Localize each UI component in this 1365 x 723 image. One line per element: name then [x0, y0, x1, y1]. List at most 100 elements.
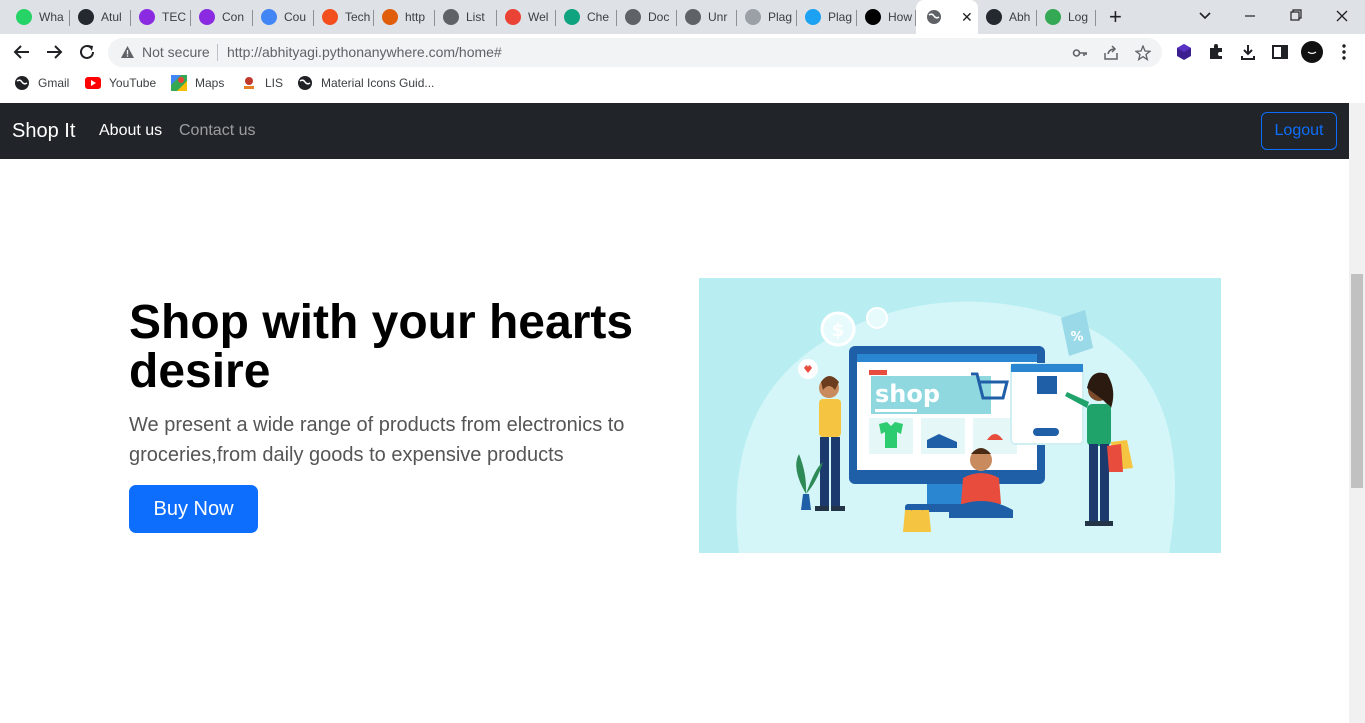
- tab-google-docs[interactable]: Cou: [253, 4, 314, 30]
- tab-fn[interactable]: http: [374, 4, 435, 30]
- site-brand[interactable]: Shop It: [12, 120, 75, 143]
- forward-icon[interactable]: [43, 41, 65, 63]
- tab-search-doc[interactable]: Unr: [677, 4, 737, 30]
- browser-toolbar: Not secure http://abhityagi.pythonanywhe…: [0, 34, 1365, 71]
- tab-label: Unr: [708, 10, 728, 24]
- tab-label: Tech: [345, 10, 371, 24]
- url-text[interactable]: http://abhityagi.pythonanywhere.com/home…: [227, 44, 502, 60]
- tab-bookmark-red[interactable]: Wel: [497, 4, 556, 30]
- close-window-icon[interactable]: [1336, 4, 1348, 35]
- tab-figma[interactable]: Tech: [314, 4, 374, 30]
- tab-label: Plag: [828, 10, 853, 24]
- bookmark-label: Maps: [195, 76, 225, 90]
- reload-icon[interactable]: [76, 41, 98, 63]
- tab-github[interactable]: Abh: [978, 4, 1037, 30]
- not-secure-label[interactable]: Not secure: [142, 44, 210, 60]
- key-icon[interactable]: [1072, 45, 1088, 66]
- nav-about-link[interactable]: About us: [99, 122, 162, 140]
- tab-label: List: [466, 10, 485, 24]
- tab-active[interactable]: ✕: [916, 0, 978, 34]
- bookmark-label: LIS: [265, 76, 284, 90]
- tab-whatsapp[interactable]: Wha: [8, 4, 70, 30]
- bookmark-material-icons[interactable]: Material Icons Guid...: [297, 75, 434, 91]
- figma-icon: [322, 9, 338, 25]
- infinity-icon: [1045, 9, 1061, 25]
- hero-illustration: $ % shop: [699, 278, 1221, 553]
- github-icon: [986, 9, 1002, 25]
- tab-label: Wha: [39, 10, 64, 24]
- restore-icon[interactable]: [1290, 4, 1302, 35]
- bookmark-label: Gmail: [38, 76, 70, 90]
- menu-kebab-icon[interactable]: [1337, 43, 1351, 66]
- extension-hexagon-icon[interactable]: [1175, 43, 1193, 66]
- sst-icon: [745, 9, 761, 25]
- new-tab-button[interactable]: +: [1109, 5, 1122, 29]
- fn-icon: [382, 9, 398, 25]
- tab-label: Che: [587, 10, 610, 24]
- whatsapp-icon: [16, 9, 32, 25]
- illustration-shop-word: shop: [875, 380, 940, 408]
- tab-medium[interactable]: How: [857, 4, 916, 30]
- nav-contact-link[interactable]: Contact us: [179, 122, 255, 140]
- scrollbar-thumb[interactable]: [1351, 274, 1363, 488]
- globe-icon: [926, 9, 942, 25]
- google-docs-icon: [261, 9, 277, 25]
- tab-sst[interactable]: Plag: [737, 4, 797, 30]
- page-scrollbar[interactable]: [1349, 103, 1365, 723]
- profile-avatar-icon[interactable]: [1301, 41, 1323, 68]
- buy-now-button[interactable]: Buy Now: [129, 485, 258, 533]
- tab-label: TEC: [162, 10, 186, 24]
- globe-icon: [14, 75, 30, 91]
- tab-unstop[interactable]: Con: [191, 4, 253, 30]
- tab-globe[interactable]: List: [435, 4, 497, 30]
- bookmarks-bar: Gmail YouTube Maps LIS Material Icons Gu…: [0, 71, 1365, 97]
- tab-infinity[interactable]: Log: [1037, 4, 1096, 30]
- tab-label: Atul: [101, 10, 122, 24]
- tab-label: How: [888, 10, 913, 24]
- unstop-icon: [139, 9, 155, 25]
- extensions-puzzle-icon[interactable]: [1207, 43, 1225, 66]
- close-tab-icon[interactable]: ✕: [961, 9, 973, 26]
- tab-label: Wel: [528, 10, 549, 24]
- globe-icon: [297, 75, 313, 91]
- github-icon: [78, 9, 94, 25]
- hero-title: Shop with your hearts desire: [129, 296, 634, 398]
- medium-icon: [865, 9, 881, 25]
- bookmark-label: Material Icons Guid...: [321, 76, 435, 90]
- warning-icon[interactable]: [120, 45, 135, 64]
- logout-button[interactable]: Logout: [1261, 112, 1337, 150]
- tab-separator: [1095, 10, 1096, 26]
- youtube-icon: [85, 75, 101, 91]
- bookmark-lis[interactable]: LIS: [241, 75, 283, 91]
- bookmark-youtube[interactable]: YouTube: [85, 75, 156, 91]
- tab-search-doc[interactable]: Doc: [617, 4, 677, 30]
- tab-unstop[interactable]: TEC: [131, 4, 191, 30]
- share-icon[interactable]: [1103, 45, 1119, 66]
- bookmark-red-icon: [505, 9, 521, 25]
- tab-label: http: [405, 10, 426, 24]
- search-doc-icon: [625, 9, 641, 25]
- chatgpt-icon: [564, 9, 580, 25]
- tab-copyleaks[interactable]: Plag: [797, 4, 857, 30]
- bookmark-label: YouTube: [109, 76, 157, 90]
- bookmark-maps[interactable]: Maps: [171, 75, 224, 91]
- download-icon[interactable]: [1239, 43, 1257, 66]
- tab-label: Abh: [1009, 10, 1031, 24]
- svg-text:$: $: [832, 320, 845, 341]
- side-panel-icon[interactable]: [1271, 43, 1289, 66]
- tab-search-icon[interactable]: [1198, 4, 1212, 35]
- minimize-icon[interactable]: [1244, 4, 1256, 35]
- site-navbar: Shop It About us Contact us Logout: [0, 103, 1349, 159]
- tab-label: Doc: [648, 10, 670, 24]
- tab-github[interactable]: Atul: [70, 4, 131, 30]
- tab-chatgpt[interactable]: Che: [556, 4, 617, 30]
- back-icon[interactable]: [11, 41, 33, 63]
- svg-text:%: %: [1070, 330, 1083, 345]
- hero-lead: We present a wide range of products from…: [129, 414, 625, 466]
- address-bar[interactable]: Not secure http://abhityagi.pythonanywhe…: [108, 38, 1162, 67]
- bookmark-gmail[interactable]: Gmail: [14, 75, 69, 91]
- bookmark-star-icon[interactable]: [1134, 44, 1152, 66]
- globe-icon: [443, 9, 459, 25]
- maps-icon: [171, 75, 187, 91]
- page-viewport: Shop It About us Contact us Logout Shop …: [0, 103, 1349, 723]
